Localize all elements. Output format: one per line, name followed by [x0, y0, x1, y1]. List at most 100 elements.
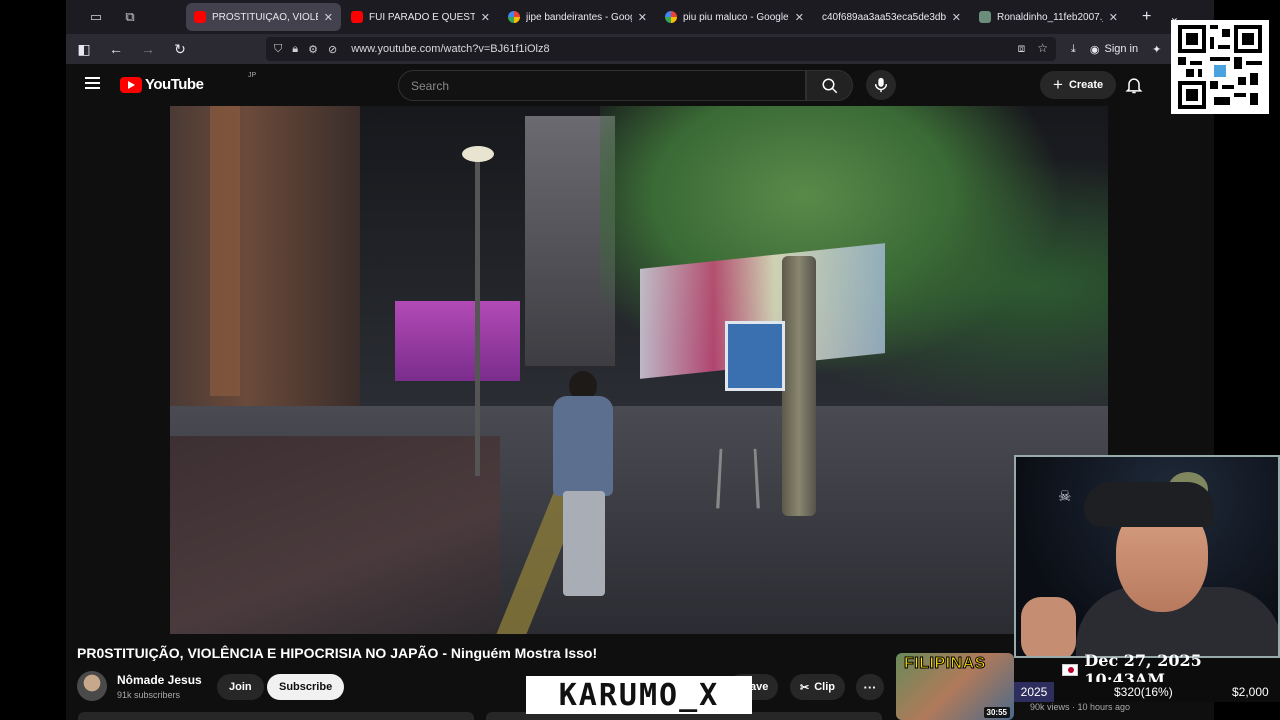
- close-tab-icon[interactable]: ✕: [1109, 11, 1118, 24]
- youtube-wordmark: YouTube: [145, 76, 204, 93]
- create-label: Create: [1068, 79, 1104, 91]
- region-tag: JP: [248, 72, 257, 79]
- save-label: ave: [750, 681, 769, 693]
- tab-google-search-1[interactable]: jipe bandeirantes - Google S ✕: [500, 3, 655, 31]
- google-favicon-icon: [665, 11, 677, 23]
- tab-youtube-video-2[interactable]: FUI PARADO E QUESTIONAD ✕: [343, 3, 498, 31]
- goal-total: $2,000: [1232, 685, 1269, 699]
- create-button[interactable]: + Create: [1040, 71, 1117, 99]
- tab-youtube-video[interactable]: PROSTITUIÇÃO, VIOLÊNCIA ✕: [186, 3, 341, 31]
- channel-avatar[interactable]: [77, 671, 107, 701]
- donation-goal-bar: 2025 $320(16%) $2,000: [1014, 682, 1280, 702]
- reload-icon[interactable]: ↻: [166, 41, 194, 58]
- video-frame-building-light: [210, 106, 240, 396]
- related-duration: 30:55: [983, 707, 1010, 718]
- youtube-logo[interactable]: YouTube JP: [120, 72, 256, 93]
- youtube-play-icon: [120, 76, 142, 93]
- url-actions: ⧈ ☆: [1018, 41, 1048, 56]
- video-frame-sign: [725, 321, 785, 391]
- tab-google-search-2[interactable]: piu piu maluco - Google Sea ✕: [657, 3, 812, 31]
- image-favicon-icon: [979, 11, 991, 23]
- video-frame-tree-trunk: [782, 256, 816, 516]
- close-tab-icon[interactable]: ✕: [795, 11, 804, 24]
- tab-overview-icon[interactable]: ⧉: [120, 9, 140, 25]
- notifications-bell-icon[interactable]: [1124, 75, 1144, 95]
- clip-label: Clip: [814, 681, 835, 693]
- youtube-header: YouTube JP + Create: [66, 64, 1214, 106]
- shield-icon[interactable]: ⛉: [274, 43, 282, 56]
- related-video-meta: 90k views · 10 hours ago: [1030, 702, 1131, 712]
- forward-icon[interactable]: →: [134, 41, 162, 57]
- tab-bar: ▭ ⧉ PROSTITUIÇÃO, VIOLÊNCIA ✕ FUI PARADO…: [66, 0, 1214, 34]
- video-frame-sign-stand: [716, 448, 760, 509]
- tab-title: PROSTITUIÇÃO, VIOLÊNCIA: [212, 11, 318, 23]
- account-icon: ◉: [1089, 43, 1100, 56]
- microphone-icon: [874, 77, 888, 93]
- join-button[interactable]: Join: [217, 674, 264, 700]
- menu-icon[interactable]: [85, 77, 100, 89]
- goal-year: 2025: [1014, 682, 1054, 702]
- close-tab-icon[interactable]: ✕: [638, 11, 647, 24]
- tab-left-icons: ▭ ⧉: [66, 9, 186, 25]
- lock-icon[interactable]: 🔒︎: [292, 43, 298, 56]
- sign-in-label: Sign in: [1104, 43, 1139, 55]
- clip-button[interactable]: ✂ Clip: [790, 674, 845, 700]
- video-title: PR0STITUIÇÃO, VIOLÊNCIA E HIPOCRISIA NO …: [77, 645, 598, 661]
- subscribe-button[interactable]: Subscribe: [267, 674, 345, 700]
- video-frame-pink-building: [395, 301, 520, 381]
- sidebar-icon[interactable]: ◧: [70, 41, 98, 58]
- sign-in-button[interactable]: ◉ Sign in: [1090, 43, 1138, 56]
- skull-decoration-icon: ☠: [1058, 488, 1072, 505]
- qr-code-overlay: [1171, 20, 1269, 114]
- youtube-favicon-icon: [351, 11, 363, 23]
- goal-current: $320(16%): [1114, 685, 1173, 699]
- translate-icon[interactable]: ⧈: [1018, 41, 1026, 56]
- permissions-icon[interactable]: ⚙: [308, 43, 318, 56]
- more-horizontal-icon: ···: [863, 679, 877, 695]
- search-icon: [822, 78, 837, 93]
- url-text[interactable]: www.youtube.com/watch?v=BJ61f1iOlz8: [351, 43, 549, 55]
- tab-hash[interactable]: c40f689aa3aa53eca5de3dbc31 ✕: [814, 3, 969, 31]
- youtube-favicon-icon: [194, 11, 206, 23]
- new-tab-icon[interactable]: +: [1142, 8, 1151, 26]
- screen: ▭ ⧉ PROSTITUIÇÃO, VIOLÊNCIA ✕ FUI PARADO…: [0, 0, 1280, 720]
- scissors-icon: ✂: [800, 681, 810, 694]
- video-player[interactable]: [170, 106, 1108, 634]
- date-ticker: Dec 27, 2025 10:43AM: [1014, 651, 1280, 689]
- video-frame-pedestrian: [545, 371, 620, 601]
- qr-code-icon: [1178, 25, 1262, 109]
- voice-search-button[interactable]: [866, 70, 896, 100]
- video-frame-lamp: [462, 146, 494, 162]
- streamer-banner: KARUMO_X: [526, 676, 752, 714]
- tab-image[interactable]: Ronaldinho_11feb2007.jpg ( ✕: [971, 3, 1126, 31]
- japan-flag-icon: [1062, 664, 1079, 676]
- close-tab-icon[interactable]: ✕: [952, 11, 961, 24]
- sidebar-toggle-icon[interactable]: ▭: [86, 9, 106, 25]
- close-tab-icon[interactable]: ✕: [481, 11, 490, 24]
- streamer-banner-text: KARUMO_X: [558, 677, 720, 713]
- description-panel[interactable]: [78, 712, 474, 720]
- video-frame-lamp-pole: [475, 156, 480, 476]
- nav-bar: ◧ ← → ↻ ⛉ 🔒︎ ⚙ ⊘ www.youtube.com/watch?v…: [66, 34, 1214, 64]
- related-thumb-text: FILIPINAS: [904, 655, 986, 673]
- search-input[interactable]: [411, 78, 805, 93]
- autoplay-blocked-icon[interactable]: ⊘: [328, 43, 337, 56]
- channel-subscribers: 91k subscribers: [117, 690, 181, 700]
- more-actions-button[interactable]: ···: [856, 674, 884, 700]
- tab-title: Ronaldinho_11feb2007.jpg (: [997, 11, 1103, 23]
- tab-title: FUI PARADO E QUESTIONAD: [369, 11, 475, 23]
- search-button[interactable]: [806, 70, 853, 101]
- address-bar[interactable]: ⛉ 🔒︎ ⚙ ⊘ www.youtube.com/watch?v=BJ61f1i…: [266, 37, 1056, 61]
- related-video-thumbnail[interactable]: FILIPINAS 30:55: [896, 653, 1014, 720]
- google-favicon-icon: [508, 11, 520, 23]
- bookmark-star-icon[interactable]: ☆: [1037, 41, 1048, 56]
- channel-name[interactable]: Nômade Jesus: [117, 673, 202, 687]
- video-frame-building: [170, 106, 360, 406]
- extensions-icon[interactable]: ✦: [1152, 43, 1161, 56]
- tab-title: piu piu maluco - Google Sea: [683, 11, 789, 23]
- nav-right-actions: ⤓ ◉ Sign in ✦: [1071, 34, 1161, 64]
- back-icon[interactable]: ←: [102, 41, 130, 57]
- download-icon[interactable]: ⤓: [1071, 43, 1076, 56]
- close-tab-icon[interactable]: ✕: [324, 11, 333, 24]
- plus-icon: +: [1053, 75, 1063, 94]
